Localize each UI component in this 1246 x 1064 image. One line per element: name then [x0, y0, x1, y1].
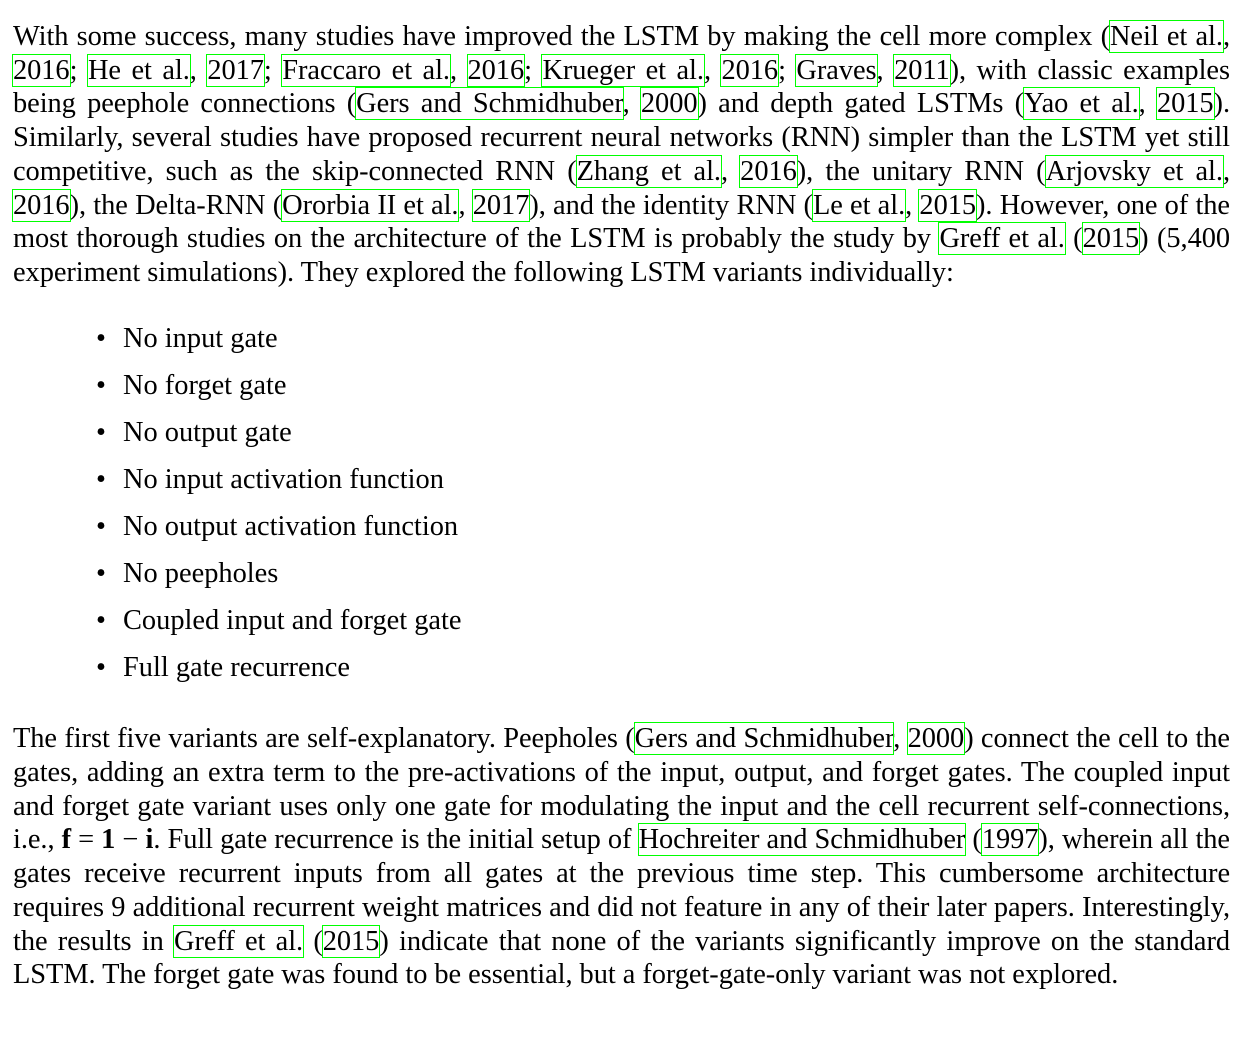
citation-year-arjovsky-2016[interactable]: 2016: [12, 188, 71, 222]
citation-year-graves-2011[interactable]: 2011: [893, 53, 951, 87]
list-item-label: No peepholes: [123, 558, 279, 590]
list-item: • Full gate recurrence: [13, 651, 1230, 698]
text-run: ,: [905, 189, 920, 221]
bullet-icon: •: [96, 416, 106, 448]
text-run: With some success, many studies have imp…: [13, 21, 1110, 52]
citation-gers-and-schmidhuber[interactable]: Gers and Schmidhuber: [633, 722, 895, 756]
text-run: ;: [69, 54, 88, 86]
citation-year-greff-2015[interactable]: 2015: [321, 924, 381, 958]
list-item: • No peepholes: [13, 557, 1230, 604]
text-run: ;: [263, 54, 283, 86]
citation-year-gers-2000[interactable]: 2000: [906, 722, 966, 756]
text-run: ,: [876, 54, 895, 86]
text-run: ,: [189, 54, 208, 86]
list-item-label: No output gate: [123, 416, 292, 448]
text-run: ) and depth gated LSTMs (: [697, 88, 1025, 120]
text-run: (: [303, 925, 323, 957]
citation-he-et-al[interactable]: He et al.: [86, 53, 191, 87]
citation-year-he-2017[interactable]: 2017: [206, 53, 265, 87]
list-item-label: No output activation function: [123, 511, 459, 542]
paragraph-intro: With some success, many studies have imp…: [12, 20, 1230, 290]
text-run: ,: [1222, 155, 1230, 187]
citation-year-gers-2000[interactable]: 2000: [639, 87, 699, 121]
list-item-label: No input activation function: [123, 463, 444, 495]
text-run: (: [965, 824, 982, 856]
bullet-icon: •: [96, 322, 106, 354]
text-run: . Full gate recurrence is the initial se…: [153, 824, 639, 856]
text-run: ,: [622, 88, 641, 120]
citation-year-yao-2015[interactable]: 2015: [1155, 87, 1215, 121]
text-run: ,: [893, 723, 908, 755]
list-item: • No forget gate: [13, 369, 1230, 416]
text-run: ,: [458, 189, 473, 221]
citation-neil-et-al[interactable]: Neil et al.: [1108, 20, 1224, 53]
citation-hochreiter-and-schmidhuber[interactable]: Hochreiter and Schmidhuber: [637, 823, 967, 857]
citation-yao-et-al[interactable]: Yao et al.: [1023, 87, 1140, 121]
bullet-icon: •: [96, 652, 106, 684]
math-minus: −: [115, 824, 146, 856]
citation-gers-and-schmidhuber[interactable]: Gers and Schmidhuber: [355, 87, 624, 121]
text-run: ,: [1138, 88, 1157, 120]
citation-year-ororbia-2017[interactable]: 2017: [471, 188, 531, 222]
bullet-icon: •: [96, 511, 106, 542]
citation-zhang-et-al[interactable]: Zhang et al.: [575, 154, 722, 188]
list-item: • No input gate: [13, 322, 1230, 369]
bullet-icon: •: [96, 605, 106, 637]
text-run: ,: [449, 54, 468, 86]
citation-year-greff-2015[interactable]: 2015: [1081, 222, 1141, 256]
bullet-icon: •: [96, 558, 106, 590]
citation-year-zhang-2016[interactable]: 2016: [739, 154, 798, 188]
citation-year-le-2015[interactable]: 2015: [918, 188, 978, 222]
citation-greff-et-al[interactable]: Greff et al.: [938, 222, 1066, 256]
citation-year-fraccaro-2016[interactable]: 2016: [466, 53, 526, 87]
citation-greff-et-al[interactable]: Greff et al.: [173, 924, 305, 958]
list-item: • Coupled input and forget gate: [13, 604, 1230, 651]
list-item: • No output activation function: [13, 510, 1230, 557]
math-one: 1: [101, 824, 116, 856]
text-run: ;: [778, 54, 797, 86]
lstm-variants-list: • No input gate • No forget gate • No outpu…: [13, 322, 1230, 699]
citation-le-et-al[interactable]: Le et al.: [811, 188, 907, 222]
citation-ororbia-et-al[interactable]: Ororbia II et al.: [281, 188, 460, 222]
citation-arjovsky-et-al[interactable]: Arjovsky et al.: [1044, 154, 1224, 188]
citation-year-krueger-2016[interactable]: 2016: [720, 53, 780, 87]
list-item: • No output gate: [13, 416, 1230, 463]
document-page: With some success, many studies have imp…: [12, 20, 1230, 992]
citation-graves[interactable]: Graves: [795, 53, 878, 87]
text-run: ;: [524, 54, 543, 86]
math-equals: =: [71, 824, 102, 856]
bullet-icon: •: [96, 369, 106, 401]
citation-year-hochreiter-1997[interactable]: 1997: [980, 823, 1040, 857]
text-run: ), the unitary RNN (: [796, 155, 1046, 187]
text-run: ), and the identity RNN (: [529, 189, 813, 221]
text-run: ), the Delta-RNN (: [69, 189, 283, 221]
citation-year-neil-2016[interactable]: 2016: [12, 53, 71, 87]
list-item-label: No input gate: [123, 322, 278, 354]
list-item-label: No forget gate: [123, 369, 287, 401]
bullet-icon: •: [96, 463, 106, 495]
list-item-label: Full gate recurrence: [123, 652, 351, 684]
list-item: • No input activation function: [13, 463, 1230, 510]
math-var-f: f: [61, 824, 72, 856]
text-run: ,: [703, 54, 722, 86]
paragraph-discussion: The first five variants are self-explana…: [13, 722, 1230, 992]
text-run: (: [1064, 223, 1083, 255]
text-run: The first five variants are self-explana…: [13, 723, 635, 755]
list-item-label: Coupled input and forget gate: [123, 605, 462, 637]
text-run: ,: [720, 155, 741, 187]
text-run: ,: [1222, 21, 1230, 52]
citation-krueger-et-al[interactable]: Krueger et al.: [541, 53, 705, 87]
citation-fraccaro-et-al[interactable]: Fraccaro et al.: [281, 53, 451, 87]
